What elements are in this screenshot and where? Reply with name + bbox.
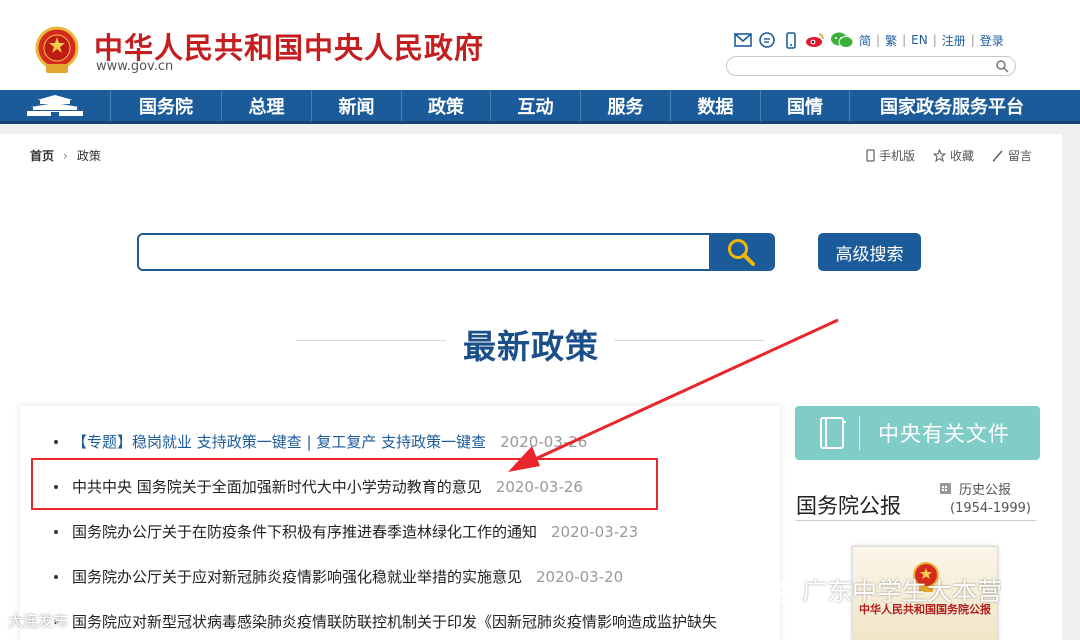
- message-link[interactable]: 留言: [992, 147, 1032, 164]
- header-search: [726, 56, 1016, 77]
- bullet: [54, 574, 58, 579]
- policy-search: [137, 233, 775, 271]
- search-icon[interactable]: [995, 59, 1009, 73]
- wechat-icon: [760, 577, 796, 603]
- breadcrumb-current[interactable]: 政策: [77, 147, 101, 164]
- national-emblem-icon[interactable]: [34, 26, 80, 76]
- header-search-input[interactable]: [737, 59, 987, 77]
- breadcrumb-home[interactable]: 首页: [30, 147, 54, 164]
- simplified-chinese-link[interactable]: 简: [859, 32, 871, 49]
- mobile-version-link[interactable]: 手机版: [866, 147, 915, 164]
- content-panel: 首页 › 政策 手机版 收藏 留言 高级搜索 最新政策 【专题】稳岗就业 支持政…: [0, 134, 1062, 640]
- search-icon: [728, 239, 755, 266]
- login-link[interactable]: 登录: [980, 32, 1004, 49]
- nav-item-policy[interactable]: 政策: [401, 90, 490, 121]
- history-range: (1954-1999): [950, 501, 1032, 516]
- header-tools: 简 | 繁 | EN | 注册 | 登录: [733, 31, 1004, 49]
- page-tools: 手机版 收藏 留言: [848, 147, 1032, 164]
- english-link[interactable]: EN: [911, 33, 928, 47]
- section-title: 最新政策: [463, 327, 599, 366]
- policy-list: 【专题】稳岗就业 支持政策一键查 | 复工复产 支持政策一键查 2020-03-…: [20, 406, 780, 640]
- calendar-icon: [940, 483, 951, 494]
- watermark: 广东中学生大本营: [760, 572, 1002, 608]
- email-icon[interactable]: [733, 31, 753, 49]
- divider: [796, 520, 1036, 521]
- favorite-link[interactable]: 收藏: [932, 147, 974, 164]
- policy-link[interactable]: 国务院应对新型冠状病毒感染肺炎疫情联防联控机制关于印发《因新冠肺炎疫情影响造成监…: [72, 611, 717, 632]
- policy-search-input[interactable]: [139, 235, 699, 269]
- gazette-title[interactable]: 国务院公报: [796, 490, 901, 520]
- watermark-bottom: 大连发布: [8, 612, 69, 630]
- policy-link[interactable]: 【专题】稳岗就业 支持政策一键查 | 复工复产 支持政策一键查: [72, 431, 486, 452]
- book-icon: [820, 417, 846, 449]
- nav-item-data[interactable]: 数据: [670, 90, 760, 121]
- nav-item-state-council[interactable]: 国务院: [110, 90, 221, 121]
- register-link[interactable]: 注册: [942, 32, 966, 49]
- divider: [859, 416, 860, 450]
- nav-item-gov-service-platform[interactable]: 国家政务服务平台: [849, 90, 1054, 121]
- nav-item-interaction[interactable]: 互动: [490, 90, 580, 121]
- mobile-icon[interactable]: [781, 31, 801, 49]
- breadcrumb: 首页 › 政策: [30, 147, 101, 164]
- site-header: 中华人民共和国中央人民政府 www.gov.cn 简 | 繁 | EN | 注册…: [0, 0, 1080, 90]
- advanced-search-button[interactable]: 高级搜索: [818, 233, 921, 271]
- mobile-icon: [866, 149, 875, 162]
- policy-date: 2020-03-20: [536, 567, 624, 586]
- message-icon[interactable]: [757, 31, 777, 49]
- separator: |: [876, 33, 881, 47]
- list-item: 国务院办公厅关于在防疫条件下积极有序推进春季造林绿化工作的通知 2020-03-…: [54, 521, 638, 542]
- wechat-icon[interactable]: [829, 31, 855, 49]
- weibo-icon[interactable]: [805, 31, 825, 49]
- central-documents-banner[interactable]: 中央有关文件: [795, 406, 1040, 460]
- nav-item-national-info[interactable]: 国情: [760, 90, 849, 121]
- history-label: 历史公报: [959, 483, 1012, 498]
- mobile-version-label: 手机版: [878, 149, 915, 163]
- chevron-right-icon: ›: [63, 148, 68, 163]
- policy-link[interactable]: 国务院办公厅关于应对新冠肺炎疫情影响强化稳就业举措的实施意见: [72, 566, 522, 587]
- list-item: 国务院应对新型冠状病毒感染肺炎疫情联防联控机制关于印发《因新冠肺炎疫情影响造成监…: [54, 611, 717, 632]
- divider: [614, 340, 764, 341]
- policy-date: 2020-03-23: [551, 522, 639, 541]
- list-item: 国务院办公厅关于应对新冠肺炎疫情影响强化稳就业举措的实施意见 2020-03-2…: [54, 566, 623, 587]
- main-nav: 国务院 总理 新闻 政策 互动 服务 数据 国情 国家政务服务平台: [0, 90, 1080, 124]
- bullet: [54, 529, 58, 534]
- search-button[interactable]: [709, 235, 773, 269]
- policy-link[interactable]: 国务院办公厅关于在防疫条件下积极有序推进春季造林绿化工作的通知: [72, 521, 537, 542]
- star-icon: [932, 149, 946, 162]
- policy-date: 2020-03-26: [500, 432, 588, 451]
- site-url: www.gov.cn: [96, 59, 174, 74]
- nav-item-services[interactable]: 服务: [580, 90, 670, 121]
- bullet: [54, 439, 58, 444]
- pen-icon: [992, 150, 1003, 162]
- history-gazette-link[interactable]: 历史公报 (1954-1999): [940, 482, 1031, 518]
- nav-home[interactable]: [0, 90, 110, 121]
- list-item: 【专题】稳岗就业 支持政策一键查 | 复工复产 支持政策一键查 2020-03-…: [54, 431, 587, 452]
- traditional-chinese-link[interactable]: 繁: [885, 32, 897, 49]
- watermark-text: 广东中学生大本营: [802, 577, 1003, 606]
- message-label: 留言: [1007, 149, 1032, 163]
- separator: |: [970, 33, 975, 47]
- tiananmen-icon: [27, 94, 83, 116]
- nav-item-premier[interactable]: 总理: [221, 90, 311, 121]
- nav-item-news[interactable]: 新闻: [311, 90, 401, 121]
- separator: |: [902, 33, 907, 47]
- favorite-label: 收藏: [949, 149, 974, 163]
- separator: |: [932, 33, 937, 47]
- annotation-highlight-box: [31, 458, 658, 510]
- banner-label: 中央有关文件: [878, 422, 1010, 446]
